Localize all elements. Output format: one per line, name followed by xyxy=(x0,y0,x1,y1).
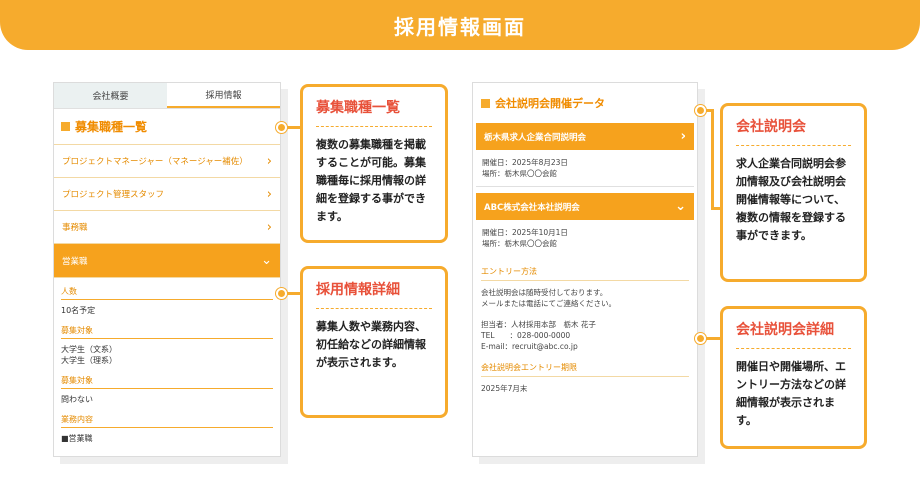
divider xyxy=(316,308,432,309)
job-list-title: 募集職種一覧 xyxy=(75,120,148,134)
event-date: 開催日：2025年10月1日 xyxy=(482,228,568,237)
tab-company-overview[interactable]: 会社概要 xyxy=(54,83,167,108)
tab-recruitment-info[interactable]: 採用情報 xyxy=(167,83,280,108)
connector-dot xyxy=(695,333,706,344)
job-item-office-clerk[interactable]: 事務職 › xyxy=(54,211,280,244)
detail-label-target-2: 募集対象 xyxy=(61,375,273,389)
callout-body: 求人企業合同説明会参加情報及び会社説明会開催情報等について、複数の情報を登録する… xyxy=(736,157,846,242)
callout-title: 会社説明会詳細 xyxy=(736,322,834,338)
job-item-label: プロジェクト管理スタッフ xyxy=(62,190,165,200)
detail-value-target: 大学生（文系） 大学生（理系） xyxy=(61,345,117,365)
event-name: ABC株式会社本社説明会 xyxy=(484,202,580,213)
recruitment-panel: 会社概要 採用情報 募集職種一覧 プロジェクトマネージャー（マネージャー補佐） … xyxy=(53,82,281,457)
event-name: 栃木県求人企業合同説明会 xyxy=(484,132,587,143)
detail-value-headcount: 10名予定 xyxy=(61,306,96,315)
chevron-right-icon: › xyxy=(266,219,272,235)
square-bullet-icon xyxy=(61,122,70,131)
tab-bar: 会社概要 採用情報 xyxy=(54,83,280,109)
callout-title: 採用情報詳細 xyxy=(316,282,400,298)
callout-job-detail: 採用情報詳細 募集人数や業務内容、初任給などの詳細情報が表示されます。 xyxy=(300,266,448,418)
callout-body: 募集人数や業務内容、初任給などの詳細情報が表示されます。 xyxy=(316,320,426,369)
divider xyxy=(316,126,432,127)
event-place: 場所：栃木県〇〇会館 xyxy=(482,239,557,248)
job-item-sales[interactable]: 営業職 ⌄ xyxy=(54,244,280,278)
banner-title: 採用情報画面 xyxy=(394,14,526,39)
job-item-label: 事務職 xyxy=(62,223,88,233)
event-detail: エントリー方法 会社説明会は随時受付しております。 メールまたは電話にてご連絡く… xyxy=(481,266,689,394)
deadline-value: 2025年7月末 xyxy=(481,384,528,393)
event-item-joint-seminar[interactable]: 栃木県求人企業合同説明会 › xyxy=(476,123,694,150)
entry-line: メールまたは電話にてご連絡ください。 xyxy=(481,299,616,308)
divider xyxy=(736,348,851,349)
chevron-right-icon: › xyxy=(266,186,272,202)
event-info: 開催日：2025年10月1日 場所：栃木県〇〇会館 xyxy=(473,220,697,256)
detail-label-duties: 業務内容 xyxy=(61,414,273,428)
event-item-company-seminar[interactable]: ABC株式会社本社説明会 ⌄ xyxy=(476,193,694,220)
callout-body: 複数の募集職種を掲載することが可能。募集職種毎に採用情報の詳細を登録する事ができ… xyxy=(316,138,426,223)
chevron-down-icon: ⌄ xyxy=(675,199,686,214)
seminar-heading: 会社説明会開催データ xyxy=(473,83,697,123)
event-date: 開催日：2025年8月23日 xyxy=(482,158,568,167)
job-detail: 人数 10名予定 募集対象 大学生（文系） 大学生（理系） 募集対象 問わない … xyxy=(54,278,280,444)
connector-dot xyxy=(276,122,287,133)
divider xyxy=(736,145,851,146)
job-list-heading: 募集職種一覧 xyxy=(54,109,280,145)
chevron-down-icon: ⌄ xyxy=(261,253,272,268)
chevron-right-icon: › xyxy=(680,129,686,144)
callout-title: 会社説明会 xyxy=(736,119,806,135)
entry-method-label: エントリー方法 xyxy=(481,266,689,281)
detail-label-headcount: 人数 xyxy=(61,286,273,300)
callout-title: 募集職種一覧 xyxy=(316,100,400,116)
callout-seminar: 会社説明会 求人企業合同説明会参加情報及び会社説明会開催情報等について、複数の情… xyxy=(720,103,867,282)
top-banner: 採用情報画面 xyxy=(0,0,920,50)
chevron-right-icon: › xyxy=(266,153,272,169)
callout-job-list: 募集職種一覧 複数の募集職種を掲載することが可能。募集職種毎に採用情報の詳細を登… xyxy=(300,84,448,243)
detail-value-target-2: 問わない xyxy=(61,395,93,404)
contact-tel: TEL ：028-000-0000 xyxy=(481,331,571,340)
callout-seminar-detail: 会社説明会詳細 開催日や開催場所、エントリー方法などの詳細情報が表示されます。 xyxy=(720,306,867,449)
job-item-project-manager[interactable]: プロジェクトマネージャー（マネージャー補佐） › xyxy=(54,145,280,178)
callout-body: 開催日や開催場所、エントリー方法などの詳細情報が表示されます。 xyxy=(736,360,846,427)
event-info: 開催日：2025年8月23日 場所：栃木県〇〇会館 xyxy=(473,150,697,186)
seminar-title: 会社説明会開催データ xyxy=(495,97,605,110)
connector-dot xyxy=(276,288,287,299)
job-item-label: プロジェクトマネージャー（マネージャー補佐） xyxy=(62,157,248,167)
job-item-project-staff[interactable]: プロジェクト管理スタッフ › xyxy=(54,178,280,211)
contact-email: E-mail：recruit@abc.co.jp xyxy=(481,342,578,351)
job-item-label: 営業職 xyxy=(62,256,88,267)
detail-label-target: 募集対象 xyxy=(61,325,273,339)
entry-line: 会社説明会は随時受付しております。 xyxy=(481,288,608,297)
deadline-label: 会社説明会エントリー期限 xyxy=(481,362,689,377)
seminar-panel: 会社説明会開催データ 栃木県求人企業合同説明会 › 開催日：2025年8月23日… xyxy=(472,82,698,457)
square-bullet-icon xyxy=(481,98,490,108)
contact-person: 担当者：人材採用本部 栃木 花子 xyxy=(481,320,596,329)
connector-dot xyxy=(695,105,706,116)
event-place: 場所：栃木県〇〇会館 xyxy=(482,169,557,178)
connector-line xyxy=(711,109,714,209)
divider xyxy=(476,186,694,187)
detail-value-duties: ■営業職 xyxy=(61,434,93,443)
